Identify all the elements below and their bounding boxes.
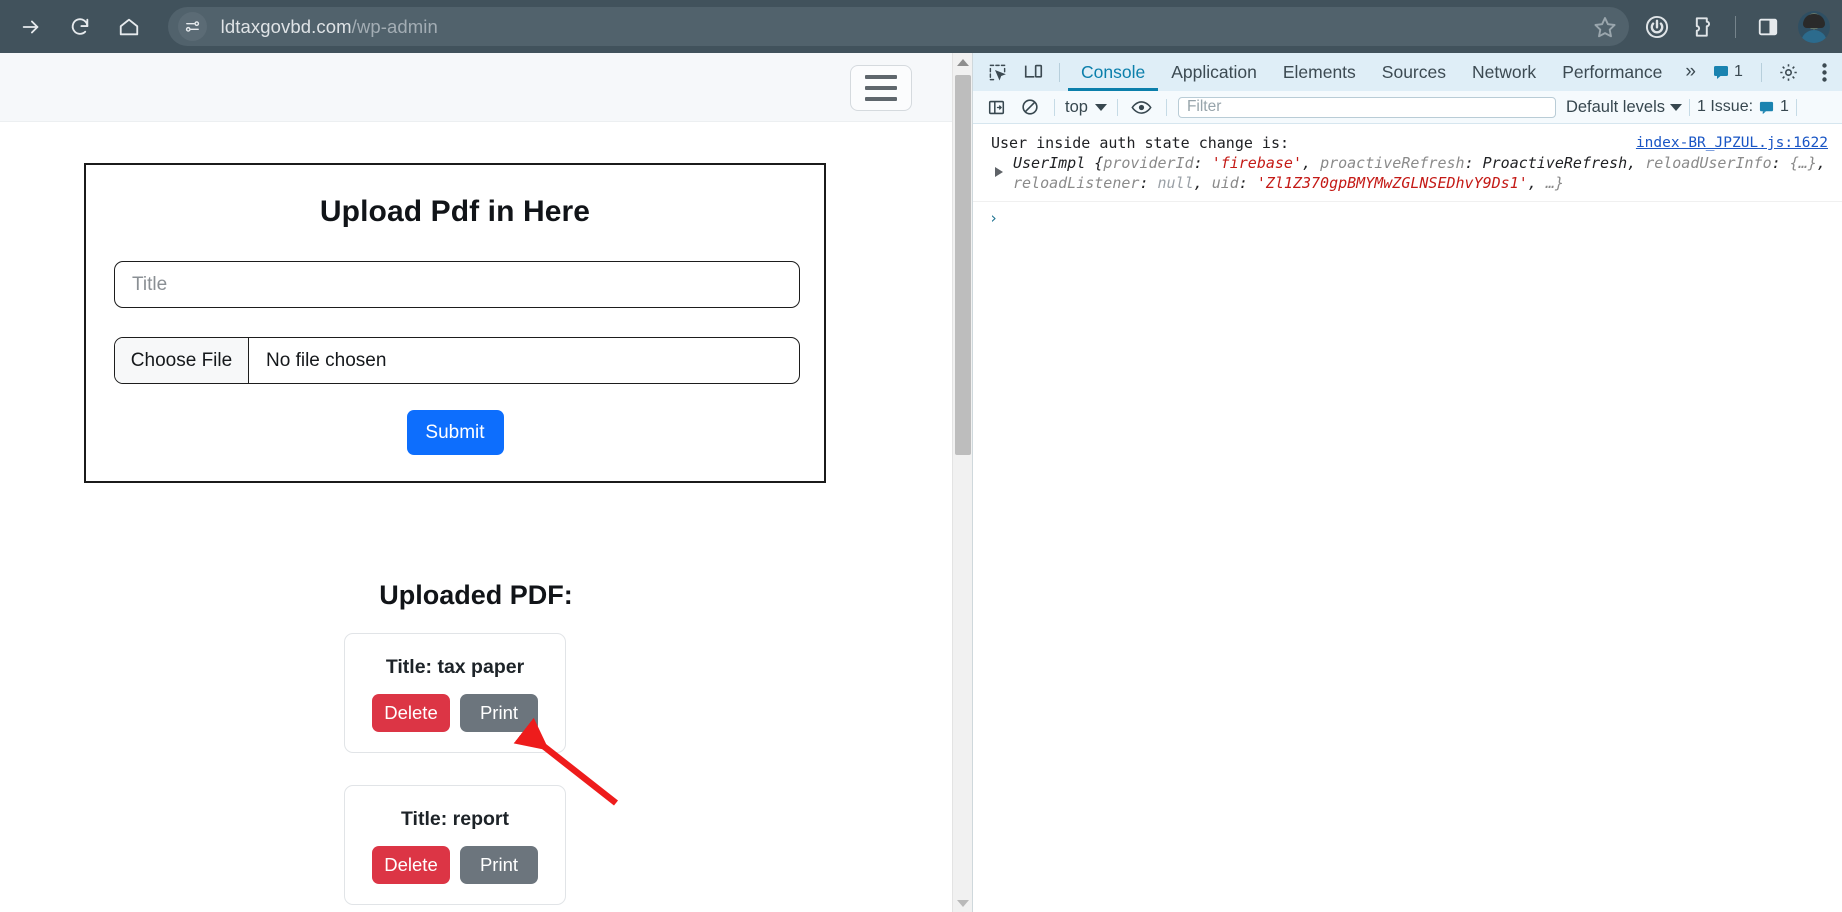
chevron-down-icon xyxy=(1094,103,1107,111)
issue-message-icon xyxy=(1759,101,1774,114)
print-button[interactable]: Print xyxy=(460,694,538,732)
submit-button[interactable]: Submit xyxy=(406,410,504,455)
side-panel-icon[interactable] xyxy=(1750,9,1786,45)
console-input-prompt[interactable]: › xyxy=(973,202,1842,234)
device-toolbar-icon[interactable] xyxy=(1017,57,1049,87)
uploaded-pdf-heading: Uploaded PDF: xyxy=(379,580,573,610)
print-button[interactable]: Print xyxy=(460,846,538,884)
live-expression-eye-icon[interactable] xyxy=(1128,94,1156,120)
page-scrollbar[interactable] xyxy=(952,53,972,912)
clear-console-icon[interactable] xyxy=(1016,94,1044,120)
issues-status-count: 1 xyxy=(1780,98,1789,115)
issue-message-icon xyxy=(1713,66,1728,79)
toolbar-divider xyxy=(1165,98,1167,116)
tab-application[interactable]: Application xyxy=(1158,53,1270,91)
kebab-menu-icon[interactable] xyxy=(1808,57,1840,87)
execution-context-select[interactable]: top xyxy=(1062,98,1110,117)
issues-status-label: 1 Issue: xyxy=(1697,98,1754,115)
file-field-row: Choose File No file chosen xyxy=(114,337,800,384)
tab-sources[interactable]: Sources xyxy=(1369,53,1459,91)
forward-arrow-icon[interactable] xyxy=(12,8,49,46)
address-bar[interactable]: ldtaxgovbd.com/wp-admin xyxy=(167,7,1630,46)
pdf-actions: Delete Print xyxy=(345,694,565,732)
choose-file-button[interactable]: Choose File xyxy=(115,338,249,383)
url-domain: ldtaxgovbd.com xyxy=(220,15,352,37)
scroll-down-arrow-icon[interactable] xyxy=(953,894,972,912)
site-header xyxy=(0,53,952,122)
pdf-title: Title: report xyxy=(401,808,509,830)
reload-icon[interactable] xyxy=(61,8,98,46)
profile-avatar[interactable] xyxy=(1798,10,1831,43)
devtools-panel: Console Application Elements Sources Net… xyxy=(972,53,1842,912)
file-status-label: No file chosen xyxy=(266,349,387,371)
console-filter-input[interactable]: Filter xyxy=(1177,96,1556,118)
chevron-down-icon xyxy=(1670,103,1682,111)
tab-elements[interactable]: Elements xyxy=(1270,53,1369,91)
log-source-link[interactable]: index-BR_JPZUL.js:1622 xyxy=(1636,133,1828,153)
toolbar-divider xyxy=(1795,98,1797,116)
log-levels-value: Default levels xyxy=(1565,97,1665,116)
toolbar-divider xyxy=(1735,15,1737,38)
issues-status[interactable]: 1 Issue: 1 xyxy=(1697,98,1789,116)
toolbar-divider xyxy=(1116,98,1118,116)
title-input[interactable]: Title xyxy=(114,261,800,308)
pdf-list-item: Title: report Delete Print xyxy=(344,785,566,905)
object-class-name: UserImpl xyxy=(1013,154,1086,172)
issues-badge[interactable]: 1 xyxy=(1705,63,1751,81)
pdf-list-item: Title: tax paper Delete Print xyxy=(344,633,566,753)
hamburger-bar xyxy=(865,97,897,101)
toolbar-divider xyxy=(1761,62,1762,82)
extensions-puzzle-icon[interactable] xyxy=(1685,9,1721,45)
inspect-element-icon[interactable] xyxy=(981,57,1013,87)
url-text[interactable]: ldtaxgovbd.com/wp-admin xyxy=(221,16,1593,38)
console-sidebar-icon[interactable] xyxy=(982,94,1010,120)
upload-form-title: Upload Pdf in Here xyxy=(319,195,591,228)
home-icon[interactable] xyxy=(110,8,147,46)
star-icon[interactable] xyxy=(1593,15,1617,39)
issues-badge-count: 1 xyxy=(1733,63,1743,80)
tab-performance[interactable]: Performance xyxy=(1549,53,1675,91)
console-log-entry[interactable]: index-BR_JPZUL.js:1622 User inside auth … xyxy=(973,124,1842,202)
log-object-preview[interactable]: UserImpl {providerId: 'firebase', proact… xyxy=(991,153,1832,193)
toolbar-divider xyxy=(1689,98,1690,116)
devtools-tabbar: Console Application Elements Sources Net… xyxy=(973,53,1842,91)
scrollbar-thumb[interactable] xyxy=(955,75,971,455)
expand-triangle-icon[interactable] xyxy=(995,167,1003,177)
toolbar-divider xyxy=(1059,62,1060,82)
console-toolbar: top Filter Default levels 1 Issue: 1 xyxy=(973,91,1842,124)
pdf-title: Title: tax paper xyxy=(385,656,525,678)
title-field-row: Title xyxy=(114,261,800,308)
hamburger-bar xyxy=(865,86,897,90)
delete-button[interactable]: Delete xyxy=(372,694,450,732)
gear-icon[interactable] xyxy=(1772,57,1804,87)
tab-network[interactable]: Network xyxy=(1459,53,1549,91)
toolbar-divider xyxy=(1054,98,1055,116)
page-viewport: Upload Pdf in Here Title Choose File No … xyxy=(0,53,972,912)
execution-context-value: top xyxy=(1065,97,1088,116)
more-tabs-chevron-icon[interactable]: » xyxy=(1675,61,1705,83)
file-input[interactable]: Choose File No file chosen xyxy=(114,337,800,384)
console-output: index-BR_JPZUL.js:1622 User inside auth … xyxy=(973,124,1842,912)
delete-button[interactable]: Delete xyxy=(372,846,450,884)
scroll-up-arrow-icon[interactable] xyxy=(953,53,972,71)
hamburger-bar xyxy=(865,75,897,79)
url-path: /wp-admin xyxy=(351,15,438,37)
pdf-actions: Delete Print xyxy=(345,846,565,884)
power-icon[interactable] xyxy=(1639,9,1675,45)
upload-pdf-card: Upload Pdf in Here Title Choose File No … xyxy=(84,163,826,483)
site-settings-icon[interactable] xyxy=(177,12,207,41)
hamburger-menu-button[interactable] xyxy=(850,65,912,111)
browser-toolbar: ldtaxgovbd.com/wp-admin xyxy=(0,0,1842,53)
log-levels-select[interactable]: Default levels xyxy=(1566,98,1682,117)
tab-console[interactable]: Console xyxy=(1068,53,1158,91)
